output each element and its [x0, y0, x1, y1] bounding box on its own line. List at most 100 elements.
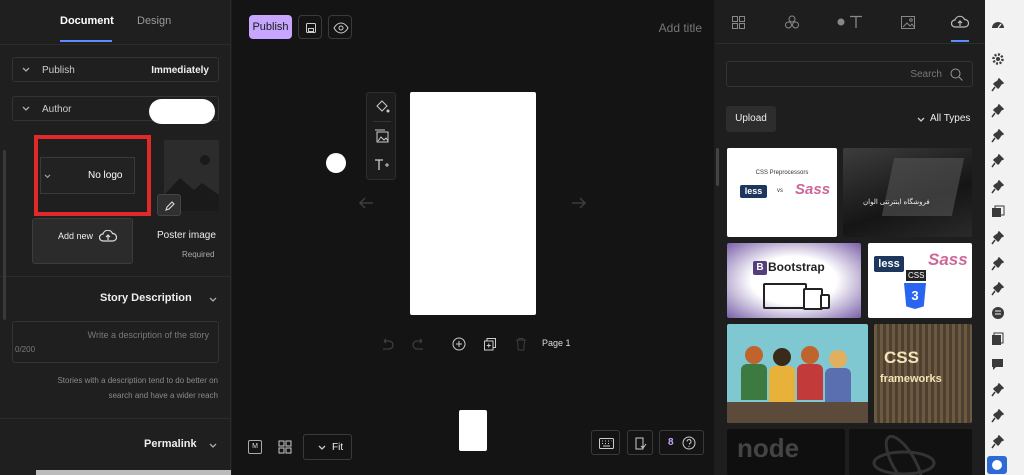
collapse-menu-button[interactable] [987, 456, 1007, 474]
search-icon [950, 68, 963, 81]
chevron-down-icon [917, 117, 925, 122]
description-counter: 0/200 [15, 345, 36, 354]
horizontal-scrollbar[interactable] [36, 470, 231, 475]
document-check-icon [635, 437, 647, 450]
delete-page-icon[interactable] [515, 337, 527, 351]
no-logo-text: No logo [88, 170, 123, 181]
thumb-graphic [773, 348, 791, 366]
library-scrollbar[interactable] [716, 148, 719, 186]
pin-icon[interactable] [991, 180, 1004, 194]
chevron-down-icon[interactable] [209, 297, 217, 303]
pages-icon[interactable] [991, 332, 1004, 346]
tab-design[interactable]: Design [137, 15, 171, 27]
undo-icon[interactable] [380, 338, 394, 350]
pin-icon[interactable] [991, 104, 1004, 118]
help-center-dot[interactable] [326, 153, 346, 173]
media-thumb-team-cartoon[interactable] [727, 324, 868, 423]
tab-document[interactable]: Document [60, 15, 114, 27]
pin-icon[interactable] [991, 257, 1004, 271]
media-thumb-css-preprocessors[interactable]: CSS Preprocessors less vs Sass [727, 148, 837, 237]
media-thumb-bootstrap[interactable]: B Bootstrap [727, 243, 861, 318]
pin-icon[interactable] [991, 231, 1004, 245]
publish-value: Immediately [151, 65, 209, 76]
page-template-icon[interactable]: M [248, 440, 262, 454]
add-text-icon[interactable] [374, 157, 390, 172]
save-draft-button[interactable] [298, 15, 322, 39]
thumb-text: less [874, 256, 904, 272]
help-icon [682, 436, 696, 450]
filter-label: All Types [930, 113, 971, 124]
templates-icon[interactable] [732, 16, 745, 29]
chevron-down-icon [318, 445, 326, 450]
active-tab-indicator [60, 40, 112, 42]
description-hint-2: search and have a wider reach [108, 391, 218, 400]
arrow-left-icon[interactable] [358, 196, 374, 210]
add-new-logo-button[interactable]: Add new [32, 218, 133, 264]
gear-icon[interactable] [991, 52, 1005, 66]
logo-select[interactable]: No logo [40, 157, 135, 194]
thumb-text: Sass [795, 181, 831, 198]
pin-icon[interactable] [991, 154, 1004, 168]
description-hint-1: Stories with a description tend to do be… [57, 376, 218, 385]
media-thumb-less-css-sass[interactable]: less CSS Sass 3 [868, 243, 972, 318]
pin-icon[interactable] [991, 383, 1004, 397]
media-icon[interactable] [374, 129, 390, 144]
panel-scrollbar[interactable] [3, 150, 6, 320]
pin-icon[interactable] [991, 409, 1004, 423]
thumb-graphic [881, 158, 965, 216]
search-placeholder: Search [910, 69, 942, 80]
add-title-field[interactable]: Add title [659, 21, 702, 35]
help-center-button[interactable]: 8 [659, 430, 704, 455]
media-thumb-arabic-banner[interactable]: فروشگاه اینترنتی الوان [843, 148, 972, 237]
edit-poster-button[interactable] [157, 194, 181, 216]
add-new-label: Add new [58, 231, 94, 241]
feedback-icon[interactable] [991, 306, 1005, 320]
permalink-heading[interactable]: Permalink [144, 438, 197, 450]
image-icon[interactable] [901, 16, 915, 29]
pin-icon[interactable] [991, 282, 1004, 296]
fill-bucket-icon[interactable] [374, 99, 390, 114]
preview-button[interactable] [328, 15, 352, 39]
arrow-right-icon[interactable] [571, 196, 587, 210]
story-description-input[interactable]: Write a description of the story 0/200 [12, 321, 219, 363]
media-type-filter[interactable]: All Types [917, 112, 977, 128]
zoom-select[interactable]: Fit [303, 434, 352, 460]
publish-button[interactable]: Publish [249, 15, 292, 39]
grid-view-icon[interactable] [278, 440, 292, 454]
divider [0, 418, 231, 419]
thumb-graphic [797, 364, 823, 400]
upload-button[interactable]: Upload [726, 106, 776, 132]
author-row[interactable]: Author [12, 96, 219, 124]
text-icon[interactable] [836, 15, 864, 29]
page-thumbnail[interactable] [459, 410, 487, 451]
element-toolbar [366, 92, 396, 180]
media-thumb-react[interactable] [849, 429, 972, 475]
media-thumb-node[interactable]: node [727, 429, 845, 475]
chevron-down-icon[interactable] [209, 443, 217, 449]
pin-icon[interactable] [991, 78, 1004, 92]
upload-cloud-icon[interactable] [951, 15, 969, 29]
publish-label: Publish [42, 65, 75, 76]
media-thumb-css-frameworks[interactable]: CSS frameworks [874, 324, 972, 423]
keyboard-shortcuts-button[interactable] [591, 430, 620, 455]
comments-icon[interactable] [991, 358, 1004, 371]
duplicate-page-icon[interactable] [483, 337, 497, 351]
shapes-icon[interactable] [785, 15, 799, 29]
react-atom-graphic [872, 435, 936, 475]
story-description-heading[interactable]: Story Description [100, 292, 192, 304]
redo-icon[interactable] [412, 338, 426, 350]
dashboard-icon[interactable] [991, 18, 1005, 32]
library-tabs [715, 0, 985, 44]
media-search-input[interactable]: Search [726, 61, 973, 87]
media-library-icon[interactable] [991, 205, 1005, 219]
add-page-icon[interactable] [452, 337, 466, 351]
publish-row[interactable]: Publish Immediately [12, 57, 219, 82]
thumb-text: CSS [906, 270, 927, 281]
thumb-graphic [829, 350, 847, 368]
thumb-text: CSS Preprocessors [755, 170, 809, 176]
pin-icon[interactable] [991, 435, 1004, 449]
checklist-button[interactable] [627, 430, 653, 455]
pin-icon[interactable] [991, 129, 1004, 143]
thumb-graphic [825, 368, 851, 402]
story-page[interactable] [410, 92, 536, 315]
